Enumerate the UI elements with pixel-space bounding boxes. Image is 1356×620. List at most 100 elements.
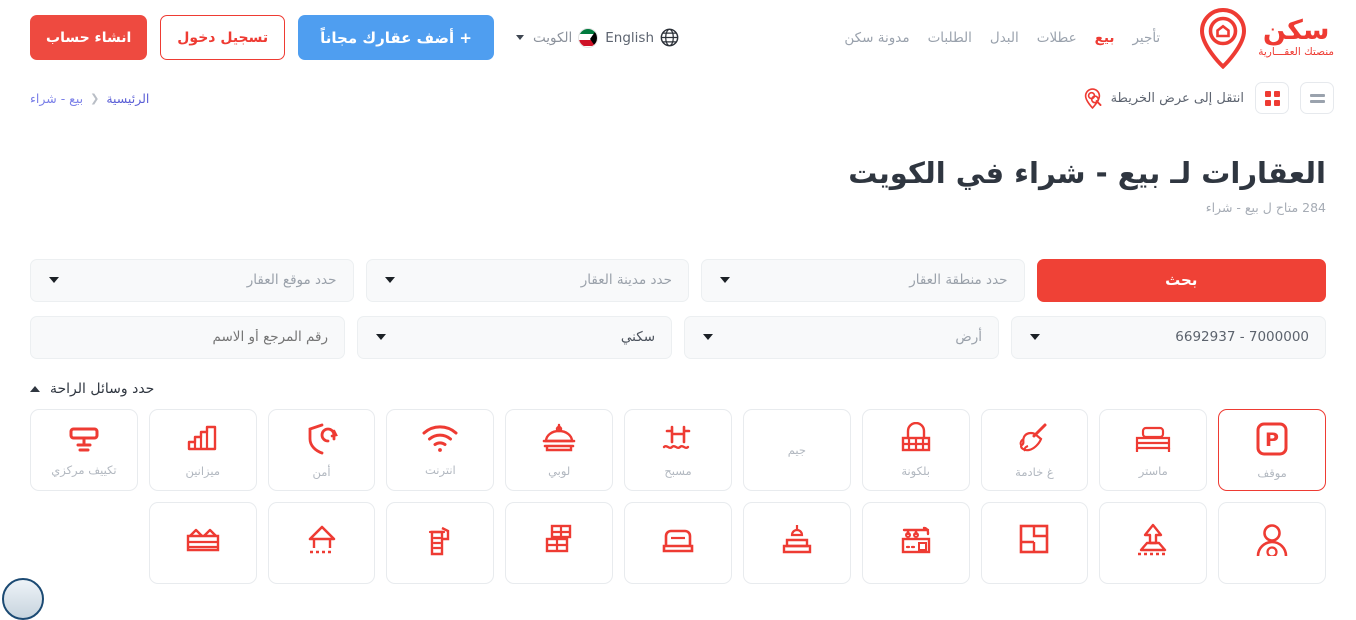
kuwait-flag-icon — [578, 28, 598, 48]
bed-icon — [1132, 422, 1174, 456]
reference-input-wrap[interactable] — [30, 316, 345, 359]
amenity-tile-sofa[interactable] — [624, 502, 732, 584]
chevron-down-icon — [385, 277, 395, 283]
amenity-tile-central-ac[interactable]: تكييف مركزي — [30, 409, 138, 491]
page-heading-block: العقارات لـ بيع - شراء في الكويت 284 متا… — [0, 155, 1356, 215]
search-submit-button[interactable]: بحث — [1037, 259, 1327, 302]
property-type-value: أرض — [713, 329, 982, 345]
breadcrumb-separator-icon: ❮ — [90, 92, 99, 105]
air-conditioner-icon — [64, 423, 104, 455]
amenity-tile-maid-room[interactable]: غ خادمة — [981, 409, 1089, 491]
sofa-icon — [658, 524, 698, 554]
amenity-tile-house-roof[interactable] — [1099, 502, 1207, 584]
page-title: العقارات لـ بيع - شراء في الكويت — [30, 155, 1326, 193]
location-select-value: حدد موقع العقار — [59, 272, 337, 288]
balcony-icon — [897, 422, 935, 456]
globe-icon — [660, 28, 679, 47]
nav-item-holidays[interactable]: عطلات — [1037, 30, 1077, 46]
breadcrumb-current: بيع - شراء — [30, 91, 83, 106]
country-switcher[interactable]: الكويت — [516, 28, 598, 48]
amenities-toggle[interactable]: حدد وسائل الراحة — [30, 381, 154, 397]
amenity-tile-living-room[interactable] — [743, 502, 851, 584]
floor-plan-icon — [1015, 522, 1053, 556]
nav-item-rent[interactable]: تأجير — [1132, 30, 1160, 46]
signup-button[interactable]: انشاء حساب — [30, 15, 147, 60]
chevron-up-icon — [30, 386, 40, 392]
amenity-label: لوبي — [548, 464, 570, 478]
stairs-mezzanine-icon — [183, 422, 223, 456]
search-row-1: بحث حدد منطقة العقار حدد مدينة العقار حد… — [30, 259, 1326, 302]
chevron-down-icon — [1030, 334, 1040, 340]
amenity-label: انترنت — [425, 463, 456, 477]
nav-item-requests[interactable]: الطلبات — [928, 30, 972, 46]
amenity-label: بلكونة — [901, 464, 930, 478]
terrace-house-icon — [301, 522, 343, 556]
district-select-value: حدد منطقة العقار — [730, 272, 1008, 288]
amenity-tile-master-bedroom[interactable]: ماستر — [1099, 409, 1207, 491]
amenities-header: حدد وسائل الراحة — [0, 381, 1356, 397]
chevron-down-icon — [720, 277, 730, 283]
breadcrumb-home[interactable]: الرئيسية — [106, 91, 149, 106]
property-type-select[interactable]: أرض — [684, 316, 999, 359]
amenity-label: ميزانين — [185, 464, 220, 478]
amenity-tile-terrace-house[interactable] — [268, 502, 376, 584]
country-label: الكويت — [533, 30, 572, 46]
amenity-tile-duplex-houses[interactable] — [149, 502, 257, 584]
lobby-bell-icon — [539, 422, 579, 456]
price-range-select[interactable]: 7000000 - 6692937 — [1011, 316, 1326, 359]
view-controls: انتقل إلى عرض الخريطة — [1081, 82, 1334, 114]
maid-duster-icon — [1015, 421, 1053, 457]
living-room-icon — [777, 522, 817, 556]
category-select[interactable]: سكني — [357, 316, 672, 359]
nav-item-exchange[interactable]: البدل — [990, 30, 1019, 46]
brand-logo-area[interactable]: سكن منصتك العقـــارية — [1196, 7, 1334, 69]
amenity-tile-lobby[interactable]: لوبي — [505, 409, 613, 491]
login-button[interactable]: تسجيل دخول — [160, 15, 285, 60]
location-pin-logo-icon — [1196, 7, 1250, 69]
amenity-tile-balcony[interactable]: بلكونة — [862, 409, 970, 491]
elevator-building-icon — [422, 522, 458, 556]
grid-view-icon — [1265, 91, 1280, 106]
site-header: سكن منصتك العقـــارية تأجير بيع عطلات ال… — [0, 0, 1356, 75]
add-property-button[interactable]: + أضف عقارك مجاناً — [298, 15, 494, 60]
amenity-tile-parking[interactable]: P موقف — [1218, 409, 1326, 491]
list-view-icon — [1310, 94, 1325, 103]
nav-item-sale[interactable]: بيع — [1095, 30, 1115, 46]
brand-name: سكن — [1263, 17, 1330, 44]
map-view-label: انتقل إلى عرض الخريطة — [1111, 91, 1244, 106]
district-select[interactable]: حدد منطقة العقار — [701, 259, 1025, 302]
amenity-tile-building[interactable] — [386, 502, 494, 584]
language-switcher[interactable]: English — [605, 28, 679, 47]
amenities-grid: P موقف ماستر غ خادمة بلكونة جيم — [0, 409, 1356, 584]
amenity-label: مسبح — [664, 464, 691, 478]
accessibility-widget-button[interactable] — [2, 578, 44, 620]
amenity-tile-mezzanine[interactable]: ميزانين — [149, 409, 257, 491]
chevron-down-icon — [376, 334, 386, 340]
map-view-link[interactable]: انتقل إلى عرض الخريطة — [1081, 87, 1244, 110]
kitchen-icon — [896, 522, 936, 556]
location-select[interactable]: حدد موقع العقار — [30, 259, 354, 302]
city-select[interactable]: حدد مدينة العقار — [366, 259, 690, 302]
category-value: سكني — [386, 329, 655, 345]
amenity-tile-gym[interactable]: جيم — [743, 409, 851, 491]
amenity-tile-furniture[interactable] — [505, 502, 613, 584]
amenity-label: ماستر — [1139, 464, 1168, 478]
map-search-pin-icon — [1081, 87, 1104, 110]
house-roof-icon — [1133, 522, 1173, 556]
swimming-pool-icon — [658, 422, 698, 456]
amenity-tile-internet[interactable]: انترنت — [386, 409, 494, 491]
amenity-tile-person[interactable] — [1218, 502, 1326, 584]
price-range-value: 7000000 - 6692937 — [1040, 329, 1309, 345]
amenity-tile-security[interactable]: أمن — [268, 409, 376, 491]
list-view-toggle[interactable] — [1300, 82, 1334, 114]
nav-item-blog[interactable]: مدونة سكن — [844, 30, 909, 46]
amenity-label: تكييف مركزي — [51, 463, 116, 477]
wifi-icon — [420, 423, 460, 455]
grid-view-toggle[interactable] — [1255, 82, 1289, 114]
amenity-tile-kitchen[interactable] — [862, 502, 970, 584]
amenity-tile-floor-plan[interactable] — [981, 502, 1089, 584]
reference-input[interactable] — [47, 329, 328, 345]
amenity-tile-pool[interactable]: مسبح — [624, 409, 732, 491]
amenity-label: غ خادمة — [1015, 465, 1054, 479]
main-nav: تأجير بيع عطلات البدل الطلبات مدونة سكن — [844, 30, 1160, 46]
